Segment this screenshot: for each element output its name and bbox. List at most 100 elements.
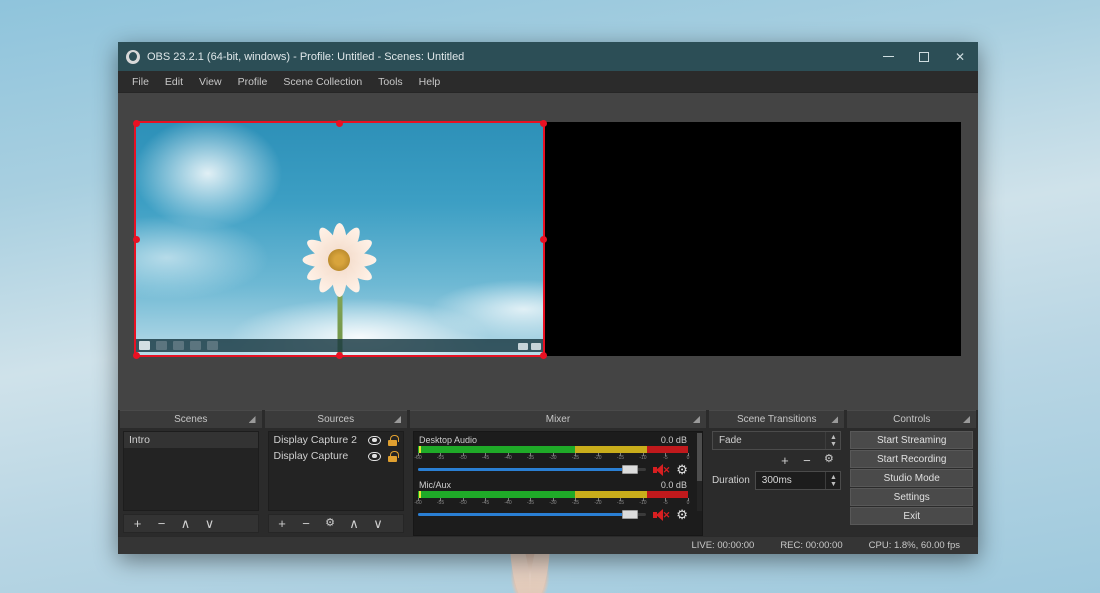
scenes-toolbar: +−∧ ∨ [123,514,259,533]
eye-icon[interactable] [368,436,381,445]
menu-item-file[interactable]: File [124,73,157,91]
scenes-remove-button[interactable]: − [155,517,168,530]
dock-controls: Controls Start StreamingStart RecordingS… [847,410,976,536]
maximize-button[interactable] [906,42,942,71]
float-dock-icon[interactable] [831,416,838,423]
audio-meter [418,491,688,498]
preview-area[interactable] [118,93,978,410]
meter-tick-label: -40 [504,455,511,461]
meter-tick-label: -5 [663,500,667,506]
transition-duration-row: Duration 300ms ▲▼ [712,471,842,490]
control-start-recording-button[interactable]: Start Recording [850,450,973,468]
status-rec: REC: 00:00:00 [780,540,842,551]
remove-transition-button[interactable]: − [800,454,813,467]
scene-list-item[interactable]: Intro [124,432,258,448]
source-list-item[interactable]: Display Capture 2 [269,432,404,448]
meter-peak-indicator [419,446,421,453]
audio-settings-gear-icon[interactable]: ⚙ [676,508,688,521]
media-settings-icon[interactable] [207,341,218,350]
transition-select[interactable]: Fade ▲▼ [712,431,842,450]
volume-row: ✕⚙ [418,508,688,521]
transition-selected-value: Fade [719,435,742,446]
status-live: LIVE: 00:00:00 [691,540,754,551]
media-restart-icon[interactable] [173,341,184,350]
float-dock-icon[interactable] [249,416,256,423]
dock-body-scenes: Intro +−∧ ∨ [120,428,262,536]
volume-slider[interactable] [418,510,646,519]
float-dock-icon[interactable] [963,416,970,423]
dock-scenes: Scenes Intro +−∧∨ [120,410,262,536]
lock-icon[interactable] [388,435,398,446]
meter-tick-label: -45 [482,500,489,506]
eye-icon[interactable] [368,452,381,461]
source-row-icons [368,451,398,462]
media-pause-icon[interactable] [156,341,167,350]
menu-item-edit[interactable]: Edit [157,73,191,91]
transition-properties-gear-icon[interactable]: ⚙ [822,454,835,467]
dock-title-mixer: Mixer [410,410,706,428]
scenes-move-down-button[interactable]: ∨ [203,517,216,530]
media-next-icon[interactable] [190,341,201,350]
volume-slider[interactable] [418,465,646,474]
meter-tick-label: -10 [639,500,646,506]
source-row-icons [368,435,398,446]
menu-item-tools[interactable]: Tools [370,73,411,91]
mute-speaker-icon[interactable]: ✕ [653,509,669,521]
lock-icon[interactable] [388,451,398,462]
sources-move-up-button[interactable]: ∧ [348,517,361,530]
media-icon-b [531,343,541,350]
obs-main-window: OBS 23.2.1 (64-bit, windows) - Profile: … [118,42,978,554]
control-exit-button[interactable]: Exit [850,507,973,525]
mute-speaker-icon[interactable]: ✕ [653,464,669,476]
meter-scale: -60-55-50-45-40-35-30-25-20-15-10-50 [418,453,688,461]
add-transition-button[interactable]: + [778,454,791,467]
meter-tick-label: -35 [527,500,534,506]
dock-body-controls: Start StreamingStart RecordingStudio Mod… [847,428,976,536]
media-control-overlay[interactable] [134,339,544,352]
menu-item-help[interactable]: Help [411,73,449,91]
duration-input[interactable]: 300ms ▲▼ [755,471,842,490]
dock-controls-label: Controls [893,414,930,425]
dock-transitions-label: Scene Transitions [737,414,817,425]
control-studio-mode-button[interactable]: Studio Mode [850,469,973,487]
control-start-streaming-button[interactable]: Start Streaming [850,431,973,449]
control-settings-button[interactable]: Settings [850,488,973,506]
source-list-item[interactable]: Display Capture [269,448,404,464]
meter-tick-label: -55 [437,455,444,461]
media-overlay-right-icons [518,343,541,350]
flower-graphic [291,212,387,308]
volume-slider-handle[interactable] [622,510,638,519]
window-title: OBS 23.2.1 (64-bit, windows) - Profile: … [147,51,464,63]
scenes-move-up-button[interactable]: ∧ [179,517,192,530]
sources-add-button[interactable]: + [276,517,289,530]
meter-tick-label: -30 [549,500,556,506]
minimize-button[interactable] [870,42,906,71]
title-bar: OBS 23.2.1 (64-bit, windows) - Profile: … [118,42,978,71]
dock-mixer: Mixer Desktop Audio0.0 dB-60-55-50-45-40… [410,410,706,536]
menu-item-view[interactable]: View [191,73,230,91]
sources-move-down-button[interactable]: ∨ [372,517,385,530]
duration-spinner-icon[interactable]: ▲▼ [825,472,840,489]
status-bar: LIVE: 00:00:00 REC: 00:00:00 CPU: 1.8%, … [118,536,978,554]
scenes-list[interactable]: Intro [123,431,259,511]
scenes-add-button[interactable]: + [131,517,144,530]
meter-tick-label: -25 [572,455,579,461]
transition-spinner-icon[interactable]: ▲▼ [825,432,840,449]
menu-item-profile[interactable]: Profile [230,73,276,91]
preview-canvas[interactable] [134,122,961,356]
float-dock-icon[interactable] [394,416,401,423]
mixer-track: Desktop Audio0.0 dB-60-55-50-45-40-35-30… [418,435,688,476]
dock-body-mixer: Desktop Audio0.0 dB-60-55-50-45-40-35-30… [410,428,706,536]
close-button[interactable]: ✕ [942,42,978,71]
audio-settings-gear-icon[interactable]: ⚙ [676,463,688,476]
volume-slider-handle[interactable] [622,465,638,474]
sources-list[interactable]: Display Capture 2Display Capture [268,431,405,511]
sources-remove-button[interactable]: − [300,517,313,530]
meter-tick-label: -55 [437,500,444,506]
float-dock-icon[interactable] [693,416,700,423]
media-stop-icon[interactable] [139,341,150,350]
sources-gear-icon[interactable]: ⚙ [324,518,337,529]
meter-tick-label: -30 [549,455,556,461]
menu-item-scene-collection[interactable]: Scene Collection [275,73,370,91]
mixer-scrollbar[interactable] [697,433,702,511]
